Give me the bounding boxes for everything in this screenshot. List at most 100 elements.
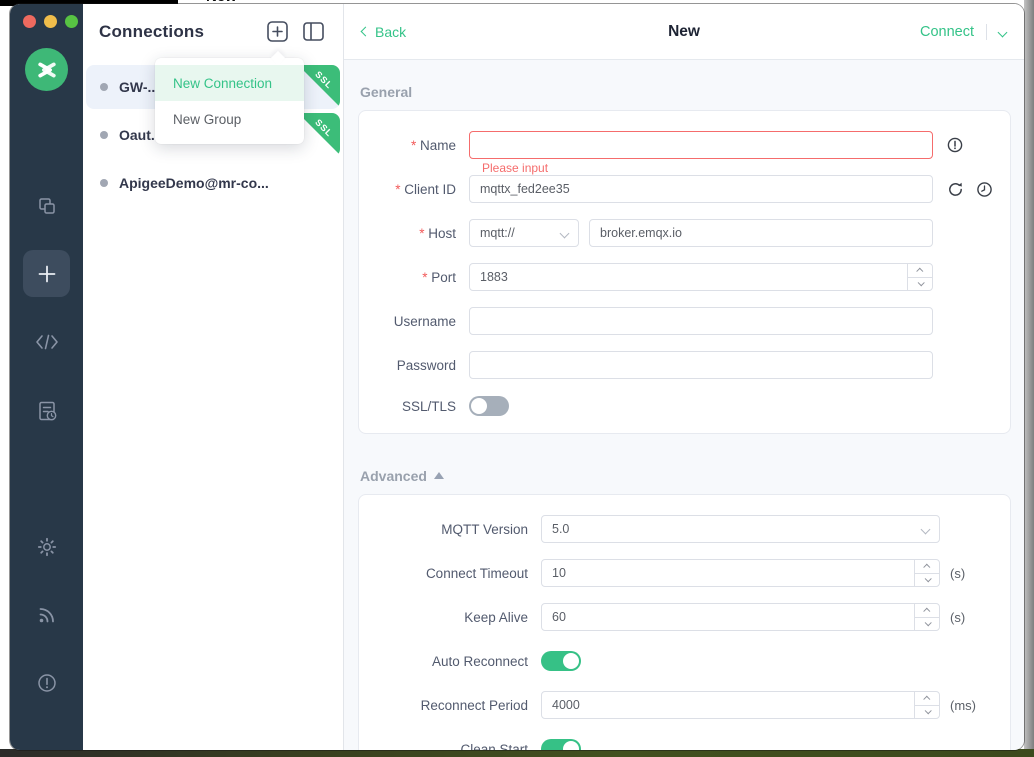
connect-button[interactable]: Connect <box>920 24 974 40</box>
code-icon <box>35 333 59 351</box>
ssl-tls-toggle[interactable] <box>469 396 509 416</box>
host-label: Host <box>359 226 469 241</box>
auto-reconnect-label: Auto Reconnect <box>359 654 541 669</box>
info-icon <box>36 672 58 694</box>
ssl-badge: SSL <box>298 65 340 107</box>
broadcast-icon <box>36 604 58 626</box>
ssl-badge: SSL <box>298 113 340 155</box>
stepper-down-button[interactable] <box>915 574 939 587</box>
page-title: New <box>668 23 700 41</box>
sidebar-item-about[interactable] <box>34 670 60 696</box>
plus-icon <box>36 263 58 285</box>
connect-options-button[interactable] <box>999 27 1006 36</box>
name-input[interactable] <box>469 131 933 159</box>
section-advanced[interactable]: Advanced <box>360 468 1009 484</box>
log-icon <box>35 399 59 423</box>
connections-panel-header: Connections <box>83 4 343 51</box>
connections-icon <box>36 195 58 217</box>
stepper-up-button[interactable] <box>908 264 932 278</box>
reconnect-period-label: Reconnect Period <box>359 698 541 713</box>
divider <box>986 24 987 40</box>
chevron-left-icon <box>361 27 371 37</box>
connection-status-dot <box>100 179 108 187</box>
username-input[interactable] <box>469 307 933 335</box>
connections-panel: Connections GW-... <box>83 4 344 750</box>
keep-alive-stepper <box>914 604 939 630</box>
section-general: General <box>360 84 1009 100</box>
stepper-up-button[interactable] <box>915 692 939 706</box>
zoom-window-button[interactable] <box>65 15 78 28</box>
sidebar-item-connections[interactable] <box>34 193 60 219</box>
sidebar-item-settings[interactable] <box>34 534 60 560</box>
mqtt-version-select[interactable]: 5.0 <box>541 515 940 543</box>
port-input[interactable] <box>469 263 933 291</box>
connection-name: ApigeeDemo@mr-co... <box>119 175 269 191</box>
sidebar-item-new-connection[interactable] <box>23 250 70 297</box>
sidebar-item-script[interactable] <box>34 329 60 355</box>
host-input[interactable] <box>589 219 933 247</box>
collapse-panel-button[interactable] <box>302 20 325 43</box>
ssl-tls-row: SSL/TLS <box>359 395 1010 417</box>
stepper-down-button[interactable] <box>908 278 932 291</box>
new-connection-button[interactable] <box>266 20 289 43</box>
refresh-icon[interactable] <box>947 181 964 198</box>
keep-alive-input[interactable] <box>541 603 940 631</box>
close-window-button[interactable] <box>23 15 36 28</box>
connect-timeout-row: Connect Timeout (s) <box>359 559 1010 587</box>
sidebar-item-broadcast[interactable] <box>34 602 60 628</box>
sidebar-item-log[interactable] <box>34 398 60 424</box>
clean-start-toggle[interactable] <box>541 739 581 750</box>
keep-alive-row: Keep Alive (s) <box>359 603 1010 631</box>
connect-timeout-input[interactable] <box>541 559 940 587</box>
settings-icon <box>36 536 58 558</box>
client-id-label: Client ID <box>359 182 469 197</box>
protocol-select[interactable]: mqtt:// <box>469 219 579 247</box>
warning-circle-icon[interactable] <box>947 137 963 153</box>
collapse-triangle-icon <box>434 472 444 479</box>
password-input[interactable] <box>469 351 933 379</box>
desktop-right-strip <box>1024 0 1034 757</box>
stepper-down-button[interactable] <box>915 618 939 631</box>
chevron-down-icon <box>560 228 570 238</box>
port-row: Port <box>359 263 1010 291</box>
form-content: General Name Please input <box>344 60 1024 750</box>
mqtt-version-label: MQTT Version <box>359 522 541 537</box>
chevron-down-icon <box>921 524 931 534</box>
connection-item[interactable]: ApigeeDemo@mr-co... <box>86 161 340 205</box>
traffic-lights <box>23 15 78 28</box>
reconnect-period-row: Reconnect Period (ms) <box>359 691 1010 719</box>
connect-timeout-stepper <box>914 560 939 586</box>
client-id-input[interactable] <box>469 175 933 203</box>
minimize-window-button[interactable] <box>44 15 57 28</box>
password-row: Password <box>359 351 1010 379</box>
clean-start-row: Clean Start <box>359 735 1010 750</box>
reconnect-period-stepper <box>914 692 939 718</box>
history-clock-icon[interactable] <box>976 181 993 198</box>
app-sidebar <box>10 4 83 750</box>
auto-reconnect-row: Auto Reconnect <box>359 647 1010 675</box>
menu-item-new-connection[interactable]: New Connection <box>155 65 304 101</box>
reconnect-period-input[interactable] <box>541 691 940 719</box>
back-button[interactable]: Back <box>362 24 406 40</box>
main-area: Back New Connect General Name <box>344 4 1024 750</box>
plus-square-icon <box>266 20 289 43</box>
mqtt-version-row: MQTT Version 5.0 <box>359 515 1010 543</box>
menu-item-new-group[interactable]: New Group <box>155 101 304 137</box>
header-actions: Connect <box>920 24 1006 40</box>
port-label: Port <box>359 270 469 285</box>
auto-reconnect-toggle[interactable] <box>541 651 581 671</box>
clean-start-label: Clean Start <box>359 742 541 751</box>
client-id-row: Client ID <box>359 175 1010 203</box>
mqttx-window: Connections GW-... <box>10 4 1024 750</box>
username-label: Username <box>359 314 469 329</box>
mqttx-logo-icon <box>34 57 60 83</box>
connection-status-dot <box>100 83 108 91</box>
advanced-card: MQTT Version 5.0 Connect Timeout <box>358 494 1011 750</box>
panel-actions <box>266 20 325 43</box>
stepper-up-button[interactable] <box>915 560 939 574</box>
connection-status-dot <box>100 131 108 139</box>
panel-layout-icon <box>302 21 325 42</box>
stepper-up-button[interactable] <box>915 604 939 618</box>
stepper-down-button[interactable] <box>915 706 939 719</box>
host-row: Host mqtt:// <box>359 219 1010 247</box>
